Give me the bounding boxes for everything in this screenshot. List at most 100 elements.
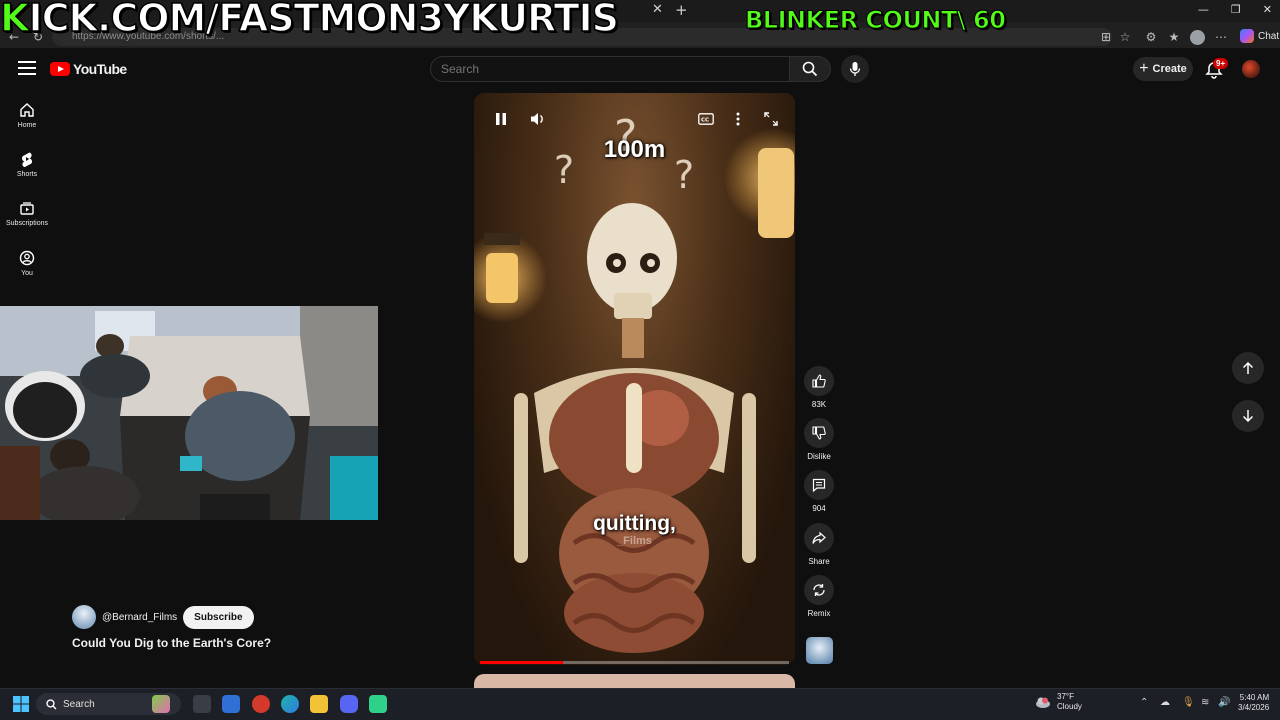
closed-captions-icon[interactable]: CC — [698, 113, 714, 125]
youtube-play-icon — [50, 62, 70, 76]
home-icon — [20, 103, 34, 117]
search-input[interactable] — [441, 62, 771, 76]
store-app-icon[interactable] — [222, 695, 240, 713]
create-button[interactable]: + Create — [1133, 57, 1193, 81]
kick-url-k: K — [0, 0, 30, 41]
more-options-icon[interactable] — [736, 112, 740, 126]
comment-icon — [812, 478, 826, 492]
chat-label: Chat — [1258, 30, 1280, 42]
restore-icon[interactable]: ❐ — [1231, 3, 1241, 16]
youtube-logo[interactable]: YouTube — [50, 61, 127, 77]
tab-close-icon[interactable]: ✕ — [652, 2, 663, 17]
taskbar-clock[interactable]: 5:40 AM 3/4/2026 — [1238, 693, 1269, 713]
share-action[interactable]: Share — [803, 523, 835, 566]
app-red-icon[interactable] — [252, 695, 270, 713]
create-label: Create — [1152, 63, 1187, 75]
speaker-icon[interactable]: 🔊 — [1218, 697, 1230, 708]
close-window-icon[interactable]: ✕ — [1263, 3, 1272, 16]
discord-icon[interactable] — [340, 695, 358, 713]
video-progress-fill — [480, 661, 564, 664]
nav-item-you[interactable]: You — [0, 250, 54, 277]
wifi-icon[interactable]: ≋ — [1201, 697, 1209, 708]
remix-icon — [813, 584, 825, 596]
minimize-icon[interactable]: — — [1198, 3, 1209, 16]
previous-short-button[interactable] — [1232, 352, 1264, 384]
thumbs-down-icon — [812, 426, 826, 440]
search-button[interactable] — [789, 56, 831, 82]
plus-icon: + — [1139, 60, 1149, 77]
shorts-video-player[interactable]: ? ? ? CC — [474, 93, 795, 665]
dislike-action[interactable]: Dislike — [803, 418, 835, 461]
search-icon — [802, 61, 818, 77]
thumbs-up-icon — [812, 374, 826, 388]
nav-item-subscriptions[interactable]: Subscriptions — [0, 200, 54, 227]
fullscreen-icon[interactable] — [764, 112, 778, 126]
sound-thumbnail[interactable] — [806, 637, 833, 664]
video-watermark: _Films — [617, 535, 652, 547]
clock-date: 3/4/2026 — [1238, 703, 1270, 712]
windows-start-icon[interactable] — [13, 696, 29, 712]
voice-search-button[interactable] — [841, 55, 869, 83]
new-tab-icon[interactable]: + — [675, 1, 688, 19]
cloudy-weather-icon — [1036, 697, 1050, 708]
svg-text:CC: CC — [701, 118, 709, 124]
like-count: 83K — [811, 400, 827, 409]
webcam-overlay — [0, 306, 378, 520]
favorites-icon[interactable]: ★ — [1166, 29, 1182, 45]
channel-name[interactable]: @Bernard_Films — [102, 612, 177, 623]
taskbar-widget-icon[interactable] — [152, 695, 170, 713]
share-label: Share — [808, 557, 830, 566]
account-avatar[interactable] — [1242, 60, 1260, 78]
window-controls: — ❐ ✕ — [1198, 3, 1272, 16]
tray-mic-icon[interactable]: 🎙 — [1182, 697, 1195, 708]
channel-avatar[interactable] — [72, 605, 96, 629]
extensions-icon[interactable]: ⚙ — [1143, 29, 1159, 45]
like-action[interactable]: 83K — [803, 366, 835, 409]
subscriptions-icon — [20, 202, 34, 215]
nav-item-home[interactable]: Home — [0, 102, 54, 129]
app-install-icon[interactable]: ⊞ — [1098, 29, 1114, 45]
video-title[interactable]: Could You Dig to the Earth's Core? — [72, 636, 271, 650]
remix-action[interactable]: Remix — [803, 575, 835, 618]
taskbar-search-label: Search — [63, 698, 95, 710]
edge-browser-icon[interactable] — [281, 695, 299, 713]
nav-label-you: You — [21, 270, 33, 277]
pause-icon[interactable] — [494, 112, 508, 126]
file-explorer-icon[interactable] — [310, 695, 328, 713]
you-icon — [19, 250, 35, 266]
comment-count: 904 — [812, 504, 826, 513]
hamburger-menu-icon[interactable] — [18, 61, 36, 75]
task-view-icon[interactable] — [193, 695, 211, 713]
app-green-icon[interactable] — [369, 695, 387, 713]
tray-app-icon[interactable]: ☁ — [1160, 697, 1170, 708]
webcam-scene-image — [0, 306, 378, 520]
copilot-chat-button[interactable]: Chat — [1240, 29, 1279, 43]
nav-item-shorts[interactable]: Shorts — [0, 151, 54, 178]
next-short-button[interactable] — [1232, 400, 1264, 432]
taskbar-search-icon — [46, 698, 57, 709]
notification-badge: 9+ — [1213, 58, 1229, 69]
weather-temp: 37°F — [1057, 692, 1074, 701]
shorts-icon — [21, 152, 33, 167]
weather-widget[interactable]: 37°F Cloudy — [1035, 692, 1082, 712]
favorite-star-icon[interactable]: ☆ — [1117, 29, 1133, 45]
kick-url-overlay: KICK.COM/FASTMON3YKURTIS — [0, 0, 620, 41]
nav-label-home: Home — [17, 122, 37, 129]
more-menu-icon[interactable]: ⋯ — [1213, 29, 1229, 45]
volume-icon[interactable] — [530, 112, 546, 126]
blinker-count-overlay: BLINKER COUNT\ 60 — [744, 6, 1006, 35]
profile-avatar[interactable] — [1190, 30, 1205, 45]
comments-action[interactable]: 904 — [803, 470, 835, 513]
channel-row: @Bernard_Films Subscribe — [72, 605, 254, 629]
video-caption: quitting, — [593, 512, 676, 535]
arrow-down-icon — [1242, 410, 1254, 423]
nav-label-subscriptions: Subscriptions — [5, 220, 49, 227]
clock-time: 5:40 AM — [1239, 693, 1270, 702]
video-overlay-text: 100m — [603, 136, 666, 163]
share-icon — [812, 531, 826, 544]
nav-label-shorts: Shorts — [16, 171, 38, 178]
copilot-icon — [1240, 29, 1254, 43]
tray-overflow-icon[interactable]: ⌃ — [1140, 697, 1148, 708]
subscribe-button[interactable]: Subscribe — [183, 605, 254, 629]
microphone-icon — [849, 62, 861, 76]
